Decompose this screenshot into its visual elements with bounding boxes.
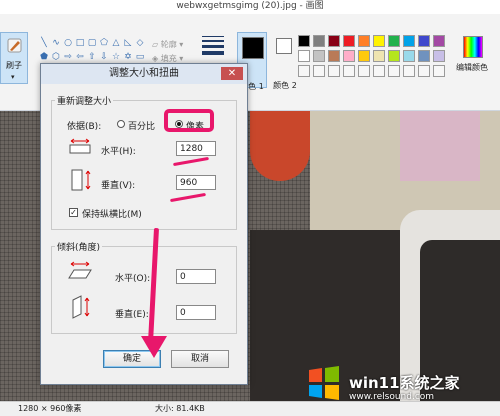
rounded-rect-icon[interactable]: ▢ xyxy=(87,38,97,48)
shape-options: ▱ 轮廓 ▾ ◈ 填充 ▾ xyxy=(152,38,183,66)
palette-swatch[interactable] xyxy=(418,50,430,62)
palette-swatch[interactable] xyxy=(328,50,340,62)
custom-color-slot[interactable] xyxy=(298,65,310,77)
window-title: webwxgetmsgimg (20).jpg - 画图 xyxy=(0,0,500,15)
edit-colors-label: 编辑颜色 xyxy=(456,63,488,72)
by-label: 依据(B): xyxy=(67,122,102,132)
oval-icon[interactable]: ○ xyxy=(63,38,73,48)
palette-swatch[interactable] xyxy=(313,50,325,62)
status-bar: 1280 × 960像素 大小: 81.4KB xyxy=(0,401,500,416)
keep-ratio-label: 保持纵横比(M) xyxy=(82,210,142,220)
keep-ratio-checkbox[interactable]: ✓ xyxy=(69,208,78,217)
color2-button[interactable]: 颜色 2 xyxy=(272,32,298,90)
arrow-left-icon[interactable]: ⇦ xyxy=(75,52,85,62)
polygon-icon[interactable]: ⬠ xyxy=(99,38,109,48)
canvas-image-region xyxy=(400,111,480,181)
palette-swatch[interactable] xyxy=(388,50,400,62)
brush-icon xyxy=(7,38,22,53)
brush-label: 刷子 xyxy=(6,61,22,70)
palette-swatch[interactable] xyxy=(313,35,325,47)
vertical-input[interactable]: 960 xyxy=(176,175,216,190)
canvas-image-region xyxy=(250,111,310,181)
palette-swatch[interactable] xyxy=(403,50,415,62)
star6-icon[interactable]: ✡ xyxy=(123,52,133,62)
right-triangle-icon[interactable]: ◺ xyxy=(123,38,133,48)
arrow-right-icon[interactable]: ⇨ xyxy=(63,52,73,62)
palette-swatch[interactable] xyxy=(373,50,385,62)
custom-color-slot[interactable] xyxy=(403,65,415,77)
arrow-down-icon xyxy=(141,336,167,358)
palette-swatch[interactable] xyxy=(343,50,355,62)
custom-color-slot[interactable] xyxy=(418,65,430,77)
custom-color-slot[interactable] xyxy=(343,65,355,77)
skew-group-label: 倾斜(角度) xyxy=(55,240,103,253)
palette-swatch[interactable] xyxy=(343,35,355,47)
highlight-pixel-option xyxy=(164,109,214,132)
curve-icon[interactable]: ∿ xyxy=(51,38,61,48)
hexagon-icon[interactable]: ⬡ xyxy=(51,52,61,62)
outline-button[interactable]: ▱ 轮廓 ▾ xyxy=(152,38,183,52)
color2-swatch xyxy=(276,38,292,54)
palette-swatch[interactable] xyxy=(298,35,310,47)
horizontal-input[interactable]: 1280 xyxy=(176,141,216,156)
edit-colors-button[interactable]: 编辑颜色 xyxy=(453,36,491,73)
windows-logo-icon xyxy=(309,366,339,400)
skew-horizontal-input[interactable]: 0 xyxy=(176,269,216,284)
cancel-button[interactable]: 取消 xyxy=(171,350,229,368)
color-wheel-icon xyxy=(463,36,483,58)
pentagon-icon[interactable]: ⬟ xyxy=(39,52,49,62)
vertical-label: 垂直(V): xyxy=(101,181,136,191)
diamond-icon[interactable]: ◇ xyxy=(135,38,145,48)
palette-swatch[interactable] xyxy=(433,35,445,47)
percent-label: 百分比 xyxy=(128,122,156,132)
percent-radio[interactable] xyxy=(117,120,125,128)
close-icon[interactable]: ✕ xyxy=(221,67,243,80)
custom-color-slot[interactable] xyxy=(373,65,385,77)
line-icon[interactable]: ╲ xyxy=(39,38,49,48)
skew-horizontal-label: 水平(O): xyxy=(115,274,151,284)
palette-swatch[interactable] xyxy=(418,35,430,47)
rectangle-icon[interactable]: □ xyxy=(75,38,85,48)
custom-color-slot[interactable] xyxy=(358,65,370,77)
arrow-down-icon[interactable]: ⇩ xyxy=(99,52,109,62)
star-icon[interactable]: ☆ xyxy=(111,52,121,62)
palette-swatch[interactable] xyxy=(358,35,370,47)
palette-swatch[interactable] xyxy=(388,35,400,47)
palette-swatch[interactable] xyxy=(433,50,445,62)
brush-button[interactable]: 刷子 ▾ xyxy=(0,32,28,84)
custom-color-slot[interactable] xyxy=(328,65,340,77)
skew-horizontal-icon xyxy=(68,261,92,279)
palette-swatch[interactable] xyxy=(403,35,415,47)
file-size: 大小: 81.4KB xyxy=(155,404,205,413)
skew-vertical-icon xyxy=(72,295,90,319)
callout-icon[interactable]: ▭ xyxy=(135,52,145,62)
watermark-logo: win11系统之家 www.relsound.com xyxy=(305,366,495,404)
palette-swatch[interactable] xyxy=(373,35,385,47)
triangle-icon[interactable]: △ xyxy=(111,38,121,48)
color2-label: 颜色 2 xyxy=(273,81,297,90)
chevron-down-icon[interactable]: ▾ xyxy=(11,73,15,81)
custom-color-slot[interactable] xyxy=(433,65,445,77)
skew-vertical-input[interactable]: 0 xyxy=(176,305,216,320)
dialog-title: 调整大小和扭曲 xyxy=(41,64,247,84)
resize-horizontal-icon xyxy=(69,138,91,154)
horizontal-label: 水平(H): xyxy=(101,147,136,157)
resize-vertical-icon xyxy=(71,169,91,191)
size-button[interactable] xyxy=(202,36,224,66)
custom-color-slot[interactable] xyxy=(388,65,400,77)
watermark-title: win11系统之家 xyxy=(349,374,460,392)
image-dimensions: 1280 × 960像素 xyxy=(18,404,82,413)
custom-color-slot[interactable] xyxy=(313,65,325,77)
palette-swatch[interactable] xyxy=(358,50,370,62)
arrow-up-icon[interactable]: ⇧ xyxy=(87,52,97,62)
skew-vertical-label: 垂直(E): xyxy=(115,310,149,320)
palette-swatch[interactable] xyxy=(328,35,340,47)
palette-swatch[interactable] xyxy=(298,50,310,62)
resize-group-label: 重新调整大小 xyxy=(55,94,114,107)
color1-swatch xyxy=(242,37,264,59)
